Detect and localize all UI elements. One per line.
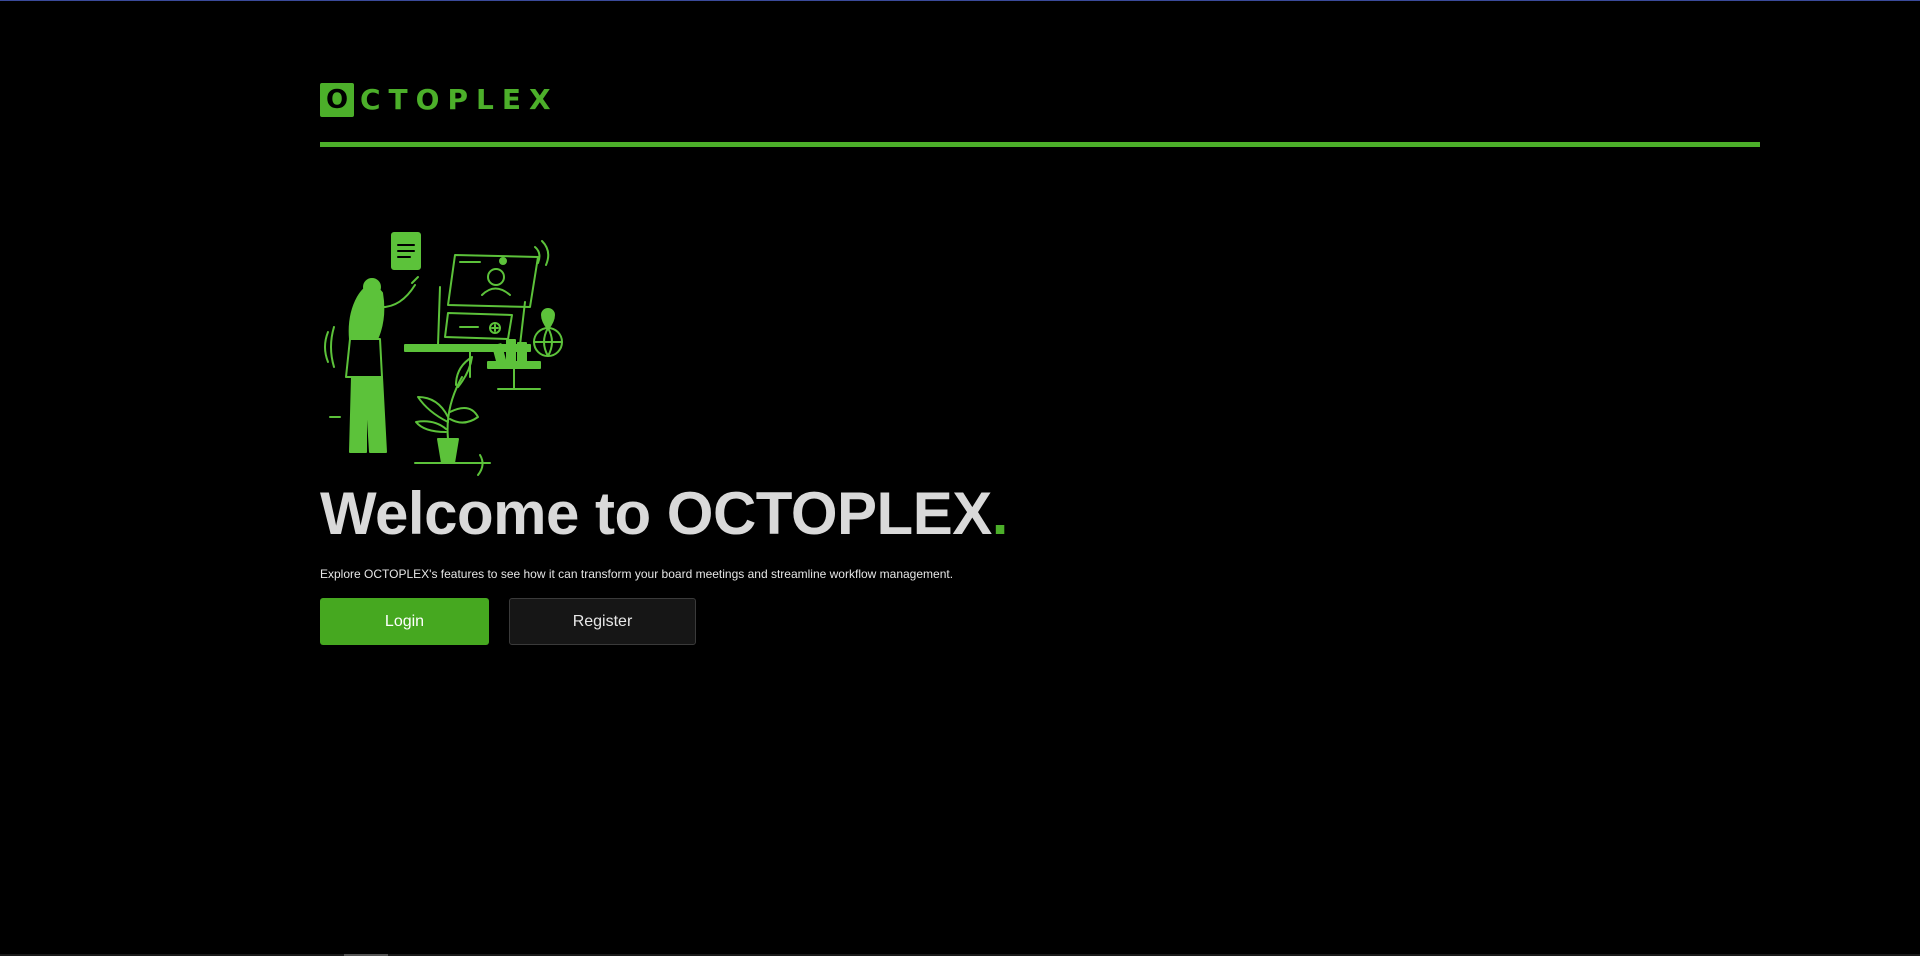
presentation-illustration-icon (324, 232, 563, 476)
login-button[interactable]: Login (320, 598, 489, 645)
logo-letter: O (325, 85, 349, 115)
header-divider (320, 142, 1760, 147)
page-title-dot: . (991, 480, 1009, 547)
page-title: Welcome to OCTOPLEX. (320, 479, 1008, 549)
octoplex-logo[interactable]: O CTOPLEX (320, 83, 559, 117)
landing-page: O CTOPLEX Welcome to OCTOPLEX. Explore O… (0, 0, 1920, 956)
register-button[interactable]: Register (509, 598, 696, 645)
page-title-text: Welcome to OCTOPLEX (320, 480, 992, 547)
logo-mark: O (320, 83, 354, 117)
logo-text: CTOPLEX (360, 83, 559, 116)
page-subtitle: Explore OCTOPLEX's features to see how i… (320, 567, 954, 581)
main-container: O CTOPLEX Welcome to OCTOPLEX. Explore O… (320, 1, 1760, 645)
header: O CTOPLEX (320, 1, 1760, 147)
